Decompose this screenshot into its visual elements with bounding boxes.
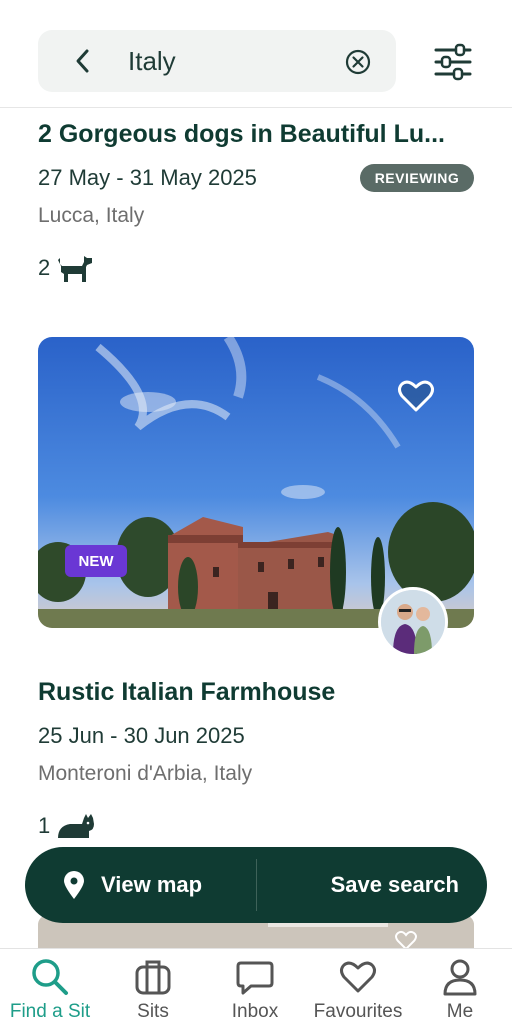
chevron-left-icon [76,49,89,73]
clear-icon[interactable] [344,48,372,76]
search-bar[interactable]: Italy [38,30,396,92]
nav-inbox[interactable]: Inbox [215,949,295,1024]
save-search-button[interactable]: Save search [331,847,459,923]
nav-label: Sits [137,1001,169,1022]
search-icon [32,959,68,995]
top-bar: Italy [0,0,512,108]
nav-label: Inbox [231,1001,279,1022]
nav-me[interactable]: Me [430,949,490,1024]
search-input[interactable]: Italy [128,46,176,77]
pet-count-value: 2 [38,255,51,280]
status-badge: REVIEWING [360,164,474,192]
listing-location: Monteroni d'Arbia, Italy [38,762,253,785]
heart-icon [340,961,376,993]
user-icon [443,959,477,996]
nav-favourites[interactable]: Favourites [305,949,411,1024]
nav-label: Favourites [313,1001,403,1022]
heart-icon[interactable] [396,376,436,416]
view-map-label: View map [101,872,203,897]
listing-dates: 27 May - 31 May 2025 [38,165,257,190]
map-save-bar: View map Save search [25,847,487,923]
nav-label: Me [446,1001,474,1022]
bottom-nav: Find a Sit Sits Inbox Favourites Me [0,948,512,1024]
location-pin-icon [64,871,84,899]
nav-find-a-sit[interactable]: Find a Sit [4,949,96,1024]
divider [256,859,257,911]
chat-icon [236,961,274,995]
briefcase-icon [135,960,171,995]
back-button[interactable] [66,44,100,78]
listing-title[interactable]: 2 Gorgeous dogs in Beautiful Lu... [38,120,478,149]
pet-count: 2 [38,252,94,284]
view-map-button[interactable]: View map [61,847,202,923]
listing-location: Lucca, Italy [38,204,145,227]
new-badge: NEW [65,545,127,577]
listing-dates: 25 Jun - 30 Jun 2025 [38,723,245,748]
pet-count: 1 [38,812,96,840]
filter-icon[interactable] [432,42,474,82]
nav-label: Find a Sit [9,1001,91,1022]
dog-icon [58,256,93,282]
nav-sits[interactable]: Sits [113,949,193,1024]
pet-count-value: 1 [38,813,51,838]
cat-icon [58,814,95,838]
listing-title[interactable]: Rustic Italian Farmhouse [38,678,478,707]
avatar[interactable] [378,587,448,657]
host-photo [381,590,445,654]
